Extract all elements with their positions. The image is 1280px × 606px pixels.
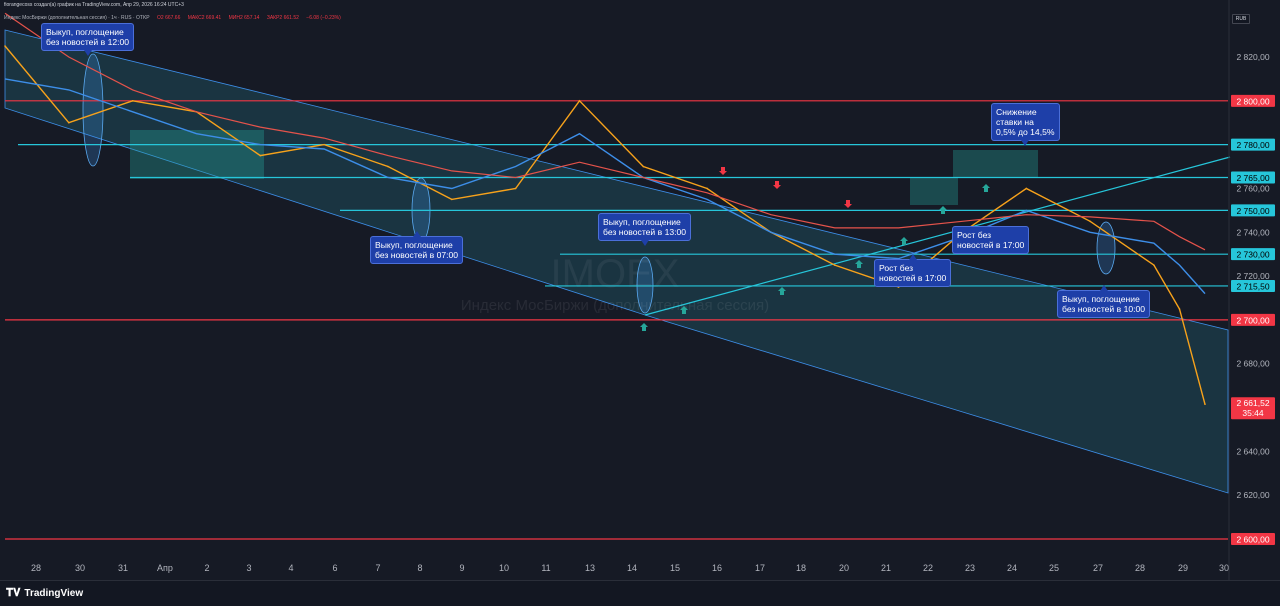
x-tick-label: 30 <box>1219 563 1229 573</box>
x-tick-label: 25 <box>1049 563 1059 573</box>
y-tick-label: 2 680,00 <box>1236 359 1269 369</box>
series-point <box>706 187 708 190</box>
y-tick-label: 2 740,00 <box>1236 227 1269 237</box>
x-tick-label: 24 <box>1007 563 1017 573</box>
x-tick-label: 6 <box>332 563 337 573</box>
annotation-growth-1700-b: Рост без новостей в 17:00 <box>874 254 952 287</box>
y-tick-label: 2 760,00 <box>1236 183 1269 193</box>
tradingview-logo[interactable]: 𝐓𝐕 TradingView <box>6 587 83 600</box>
legend-open: O2 667.66 <box>157 15 181 21</box>
consolidation-box-2 <box>910 178 958 205</box>
tradingview-logo-text: TradingView <box>24 588 84 599</box>
x-tick-label: Апр <box>157 563 173 573</box>
symbol-legend: Индекс МосБиржи (дополнительная сессия) … <box>0 14 1100 23</box>
series-point <box>4 45 6 47</box>
currency-selector[interactable]: RUB <box>1232 14 1250 24</box>
x-tick-label: 10 <box>499 563 509 573</box>
x-tick-label: 4 <box>288 563 293 573</box>
series-point <box>1204 403 1206 406</box>
annotation-buyback-1300: Выкуп, поглощение без новостей в 13:00 <box>598 213 692 246</box>
tradingview-mark-icon: 𝐓𝐕 <box>6 587 21 599</box>
level-label-5: 2 730,00 <box>1236 250 1269 260</box>
level-label-7: 2 700,00 <box>1236 315 1269 325</box>
symbol-name: Индекс МосБиржи (дополнительная сессия) … <box>4 15 150 21</box>
x-tick-label: 15 <box>670 563 680 573</box>
level-label-4: 2 750,00 <box>1236 206 1269 216</box>
x-tick-label: 7 <box>375 563 380 573</box>
x-tick-label: 23 <box>965 563 975 573</box>
y-tick-label: 2 620,00 <box>1236 490 1269 500</box>
annotation-rate-cut: Снижение ставки на 0,5% до 14,5% <box>991 103 1060 146</box>
legend-change: −6.08 (−0.23%) <box>306 15 341 21</box>
x-tick-label: 13 <box>585 563 595 573</box>
level-label-3: 2 765,00 <box>1236 173 1269 183</box>
x-tick-label: 20 <box>839 563 849 573</box>
series-point <box>578 100 581 102</box>
series-point <box>833 264 836 266</box>
x-tick-label: 31 <box>118 563 128 573</box>
series-point <box>451 198 453 201</box>
x-tick-label: 29 <box>1178 563 1188 573</box>
x-tick-label: 22 <box>923 563 933 573</box>
x-tick-label: 8 <box>417 563 422 573</box>
x-tick-label: 28 <box>1135 563 1145 573</box>
y-tick-label: 2 820,00 <box>1236 52 1269 62</box>
x-tick-label: 17 <box>755 563 765 573</box>
annotation-buyback-0700: Выкуп, поглощение без новостей в 07:00 <box>370 231 464 264</box>
x-tick-label: 16 <box>712 563 722 573</box>
series-point <box>259 154 262 157</box>
consolidation-box-1 <box>130 130 264 179</box>
legend-low: МИН2 657.14 <box>228 15 260 21</box>
series-point <box>387 165 389 168</box>
annotation-buyback-1200: Выкуп, поглощение без новостей в 12:00 <box>41 23 135 56</box>
watermark-symbol: IMOEX <box>551 252 680 296</box>
series-point <box>131 100 134 102</box>
series-point <box>514 187 517 190</box>
buyback-ellipse-1 <box>82 53 104 167</box>
x-tick-label: 21 <box>881 563 891 573</box>
x-tick-label: 14 <box>627 563 637 573</box>
series-point <box>1153 264 1155 266</box>
y-tick-label: 2 640,00 <box>1236 446 1269 456</box>
watermark-name: Индекс МосБиржи (дополнительная сессия) <box>461 297 769 314</box>
series-point <box>642 165 645 168</box>
level-label-6: 2 715,50 <box>1236 281 1269 291</box>
footer-bar: 𝐓𝐕 TradingView <box>0 580 1280 606</box>
series-point <box>1089 220 1091 223</box>
x-tick-label: 11 <box>541 563 550 573</box>
legend-close: ЗАКР2 661.52 <box>266 15 299 21</box>
last-price-timer: 35:44 <box>1242 408 1264 418</box>
series-point <box>1025 187 1028 190</box>
x-tick-label: 9 <box>459 563 464 573</box>
x-tick-label: 30 <box>75 563 85 573</box>
x-tick-label: 2 <box>204 563 209 573</box>
x-tick-label: 18 <box>796 563 806 573</box>
x-tick-label: 27 <box>1093 563 1103 573</box>
level-label-2: 2 780,00 <box>1236 140 1269 150</box>
series-point <box>68 121 70 124</box>
chart-header: fiorangecoss создал(а) график на Trading… <box>4 2 184 8</box>
last-price-label: 2 661,52 <box>1236 398 1269 408</box>
y-tick-label: 2 720,00 <box>1236 271 1269 281</box>
level-label-1: 2 800,00 <box>1236 96 1269 106</box>
consolidation-box-3 <box>953 150 1038 178</box>
annotation-buyback-1000: Выкуп, поглощение без новостей в 10:00 <box>1057 285 1151 318</box>
legend-high: МАКС2 669.41 <box>187 15 222 21</box>
x-tick-label: 28 <box>31 563 41 573</box>
series-point <box>323 143 325 146</box>
level-label-8: 2 600,00 <box>1236 535 1269 545</box>
buyback-ellipse-4 <box>1096 221 1116 275</box>
annotation-growth-1700-a: Рост без новостей в 17:00 <box>952 226 1030 254</box>
x-tick-label: 3 <box>246 563 251 573</box>
series-point <box>1178 308 1181 310</box>
